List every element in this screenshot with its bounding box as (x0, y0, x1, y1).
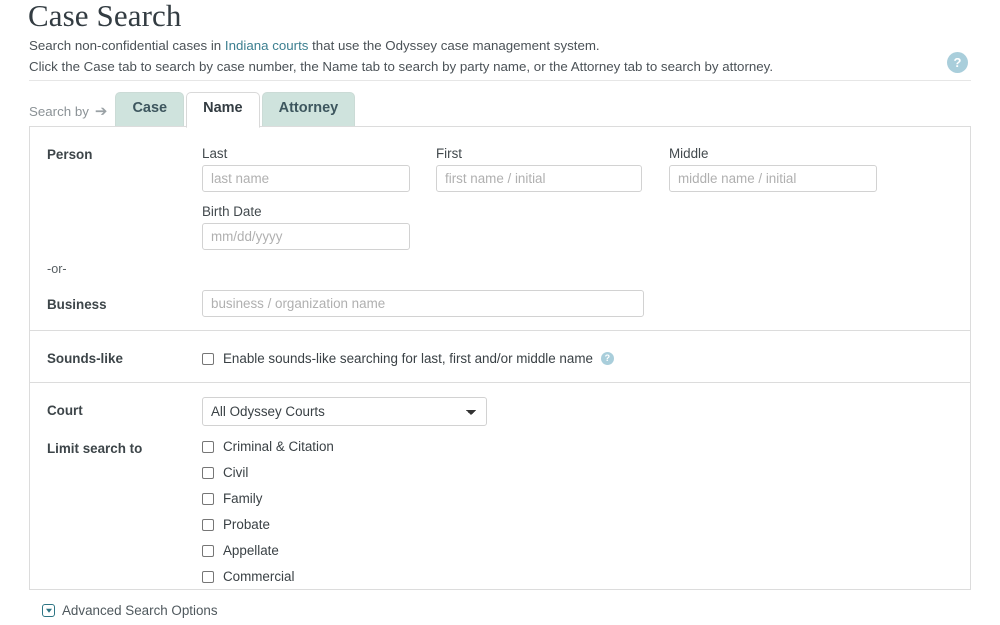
tab-attorney[interactable]: Attorney (261, 92, 356, 127)
tab-name[interactable]: Name (186, 92, 260, 128)
limit-option-appellate[interactable]: Appellate (202, 543, 279, 558)
probate-checkbox[interactable] (202, 518, 214, 531)
limit-option-probate[interactable]: Probate (202, 517, 270, 532)
advanced-search-options-label[interactable]: Advanced Search Options (62, 603, 218, 618)
sounds-like-checkbox[interactable] (202, 352, 214, 365)
business-row-label: Business (47, 297, 107, 312)
search-form-panel: Person Last First Middle Birth Date -or-… (29, 126, 971, 590)
business-name-input[interactable] (202, 290, 644, 317)
intro-line1-before: Search non-confidential cases in (29, 38, 225, 53)
middle-name-label: Middle (669, 146, 709, 161)
criminal-citation-label[interactable]: Criminal & Citation (223, 439, 334, 454)
family-checkbox[interactable] (202, 492, 214, 505)
court-section: Court All Odyssey Courts Limit search to… (30, 383, 970, 589)
header-divider (29, 80, 971, 81)
civil-checkbox[interactable] (202, 466, 214, 479)
last-name-input[interactable] (202, 165, 410, 192)
limit-option-criminal-citation[interactable]: Criminal & Citation (202, 439, 334, 454)
civil-label[interactable]: Civil (223, 465, 248, 480)
first-name-label: First (436, 146, 463, 161)
or-separator: -or- (47, 262, 67, 276)
criminal-citation-checkbox[interactable] (202, 440, 214, 453)
first-name-input[interactable] (436, 165, 642, 192)
intro-line2: Click the Case tab to search by case num… (29, 59, 774, 74)
advanced-search-options-link[interactable]: Advanced Search Options (42, 603, 218, 618)
person-section: Person Last First Middle Birth Date -or-… (30, 127, 970, 331)
middle-name-input[interactable] (669, 165, 877, 192)
arrow-right-icon: ➔ (94, 103, 108, 120)
page-title: Case Search (28, 0, 182, 33)
tab-case[interactable]: Case (115, 92, 185, 127)
family-label[interactable]: Family (223, 491, 262, 506)
commercial-label[interactable]: Commercial (223, 569, 294, 584)
search-by-tabs: Search by ➔ Case Name Attorney (29, 92, 357, 128)
limit-search-row-label: Limit search to (47, 441, 143, 456)
limit-option-commercial[interactable]: Commercial (202, 569, 294, 584)
intro-text: Search non-confidential cases in Indiana… (29, 35, 929, 77)
birth-date-label: Birth Date (202, 204, 262, 219)
court-select[interactable]: All Odyssey Courts (202, 397, 487, 426)
birth-date-input[interactable] (202, 223, 410, 250)
indiana-courts-link[interactable]: Indiana courts (225, 38, 309, 53)
intro-line1-after: that use the Odyssey case management sys… (308, 38, 600, 53)
appellate-label[interactable]: Appellate (223, 543, 279, 558)
sounds-like-option[interactable]: Enable sounds-like searching for last, f… (202, 351, 614, 366)
court-row-label: Court (47, 403, 83, 418)
sounds-like-checkbox-label[interactable]: Enable sounds-like searching for last, f… (223, 351, 593, 366)
expand-box-icon (42, 604, 55, 617)
help-icon[interactable]: ? (947, 52, 968, 73)
sounds-like-help-icon[interactable]: ? (600, 352, 614, 365)
sounds-like-section: Sounds-like Enable sounds-like searching… (30, 331, 970, 383)
case-search-page: Case Search Search non-confidential case… (0, 0, 1000, 625)
appellate-checkbox[interactable] (202, 544, 214, 557)
search-by-label: Search by (29, 104, 89, 119)
limit-option-civil[interactable]: Civil (202, 465, 248, 480)
commercial-checkbox[interactable] (202, 570, 214, 583)
sounds-like-row-label: Sounds-like (47, 351, 123, 366)
last-name-label: Last (202, 146, 228, 161)
person-row-label: Person (47, 147, 93, 162)
probate-label[interactable]: Probate (223, 517, 270, 532)
limit-option-family[interactable]: Family (202, 491, 262, 506)
